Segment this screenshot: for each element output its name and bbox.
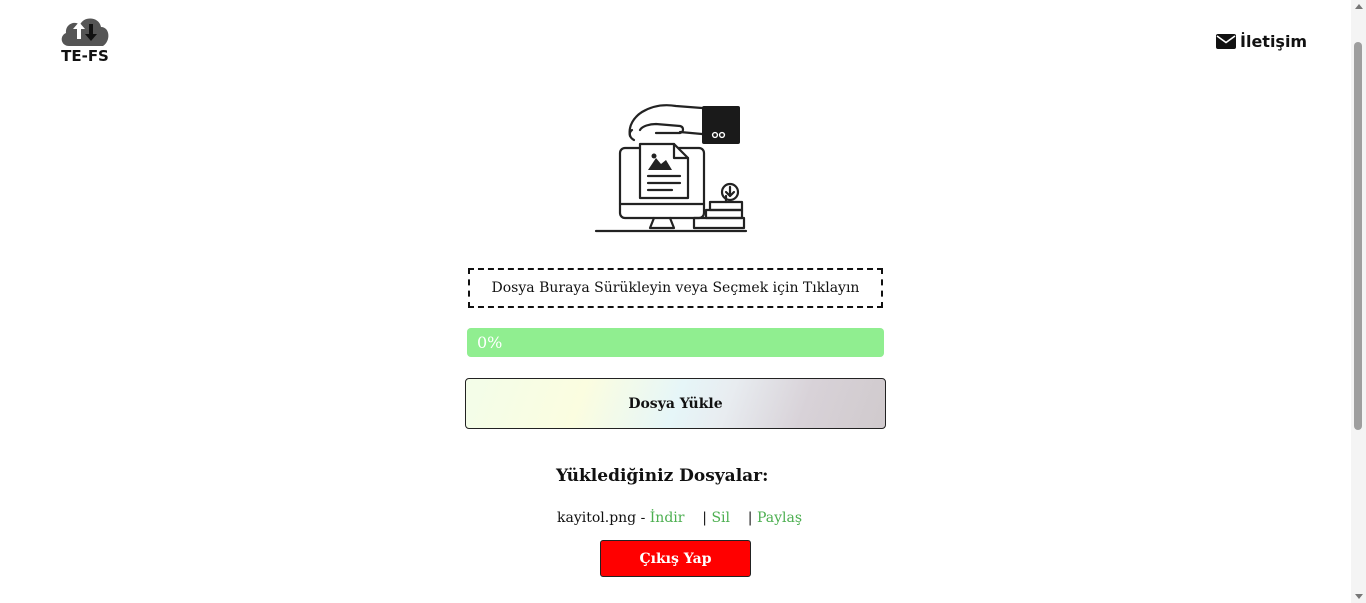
upload-button[interactable]: Dosya Yükle [465, 378, 886, 429]
site-logo[interactable]: TE-FS [57, 14, 113, 66]
cloud-upload-download-icon [61, 18, 109, 46]
file-dropzone[interactable]: Dosya Buraya Sürükleyin veya Seçmek için… [468, 268, 883, 308]
upload-progress-bar: 0% [467, 328, 884, 357]
upload-button-label: Dosya Yükle [628, 395, 723, 412]
scroll-thumb[interactable] [1354, 42, 1362, 430]
contact-label: İletişim [1240, 31, 1308, 51]
download-link[interactable]: İndir [650, 510, 685, 526]
dropzone-text: Dosya Buraya Sürükleyin veya Seçmek için… [491, 280, 860, 296]
contact-link[interactable]: İletişim [1216, 30, 1307, 52]
delete-link[interactable]: Sil [711, 510, 730, 526]
divider: | [729, 510, 757, 526]
file-separator: - [636, 510, 650, 526]
file-name: kayitol.png [557, 510, 637, 526]
list-item: kayitol.png - İndir | Sil | Paylaş [557, 510, 802, 526]
logout-button[interactable]: Çıkış Yap [600, 540, 751, 577]
hand-file-computer-illustration [594, 100, 750, 235]
share-link[interactable]: Paylaş [757, 510, 802, 526]
scroll-down-icon[interactable] [1355, 594, 1363, 599]
progress-label: 0% [477, 333, 503, 352]
divider: | [684, 510, 712, 526]
scroll-up-icon[interactable] [1355, 4, 1363, 9]
vertical-scrollbar[interactable] [1351, 0, 1366, 603]
logo-text: TE-FS [61, 47, 109, 65]
uploaded-files-title: Yüklediğiniz Dosyalar: [556, 466, 769, 486]
logout-button-label: Çıkış Yap [639, 550, 712, 567]
envelope-icon [1216, 33, 1236, 49]
progress-fill [467, 328, 884, 357]
